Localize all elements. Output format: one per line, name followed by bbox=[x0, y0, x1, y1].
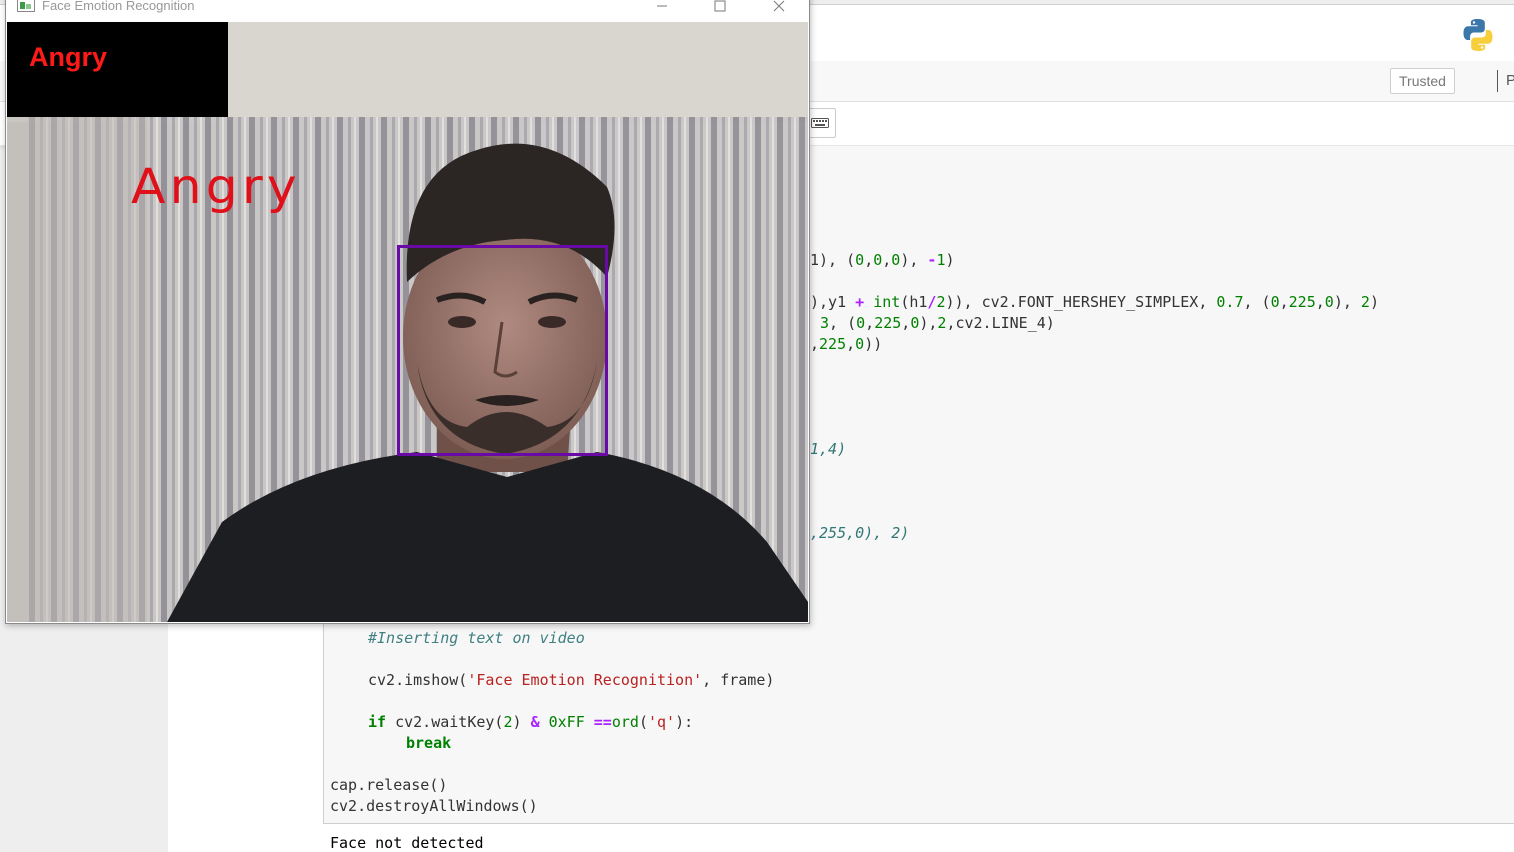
maximize-icon[interactable] bbox=[700, 0, 740, 19]
code-line: break bbox=[406, 734, 452, 752]
opencv-window[interactable]: Face Emotion Recognition Angry Angry bbox=[5, 0, 810, 624]
trusted-indicator[interactable]: Trusted bbox=[1390, 68, 1455, 94]
cell-output bbox=[323, 825, 1514, 852]
code-line: cv2.imshow('Face Emotion Recognition', f… bbox=[368, 671, 775, 689]
code-line: ),y1 + int(h1/2)), cv2.FONT_HERSHEY_SIMP… bbox=[810, 293, 1379, 311]
code-line: ,255,0), 2) bbox=[810, 524, 910, 542]
window-titlebar[interactable]: Face Emotion Recognition bbox=[6, 0, 809, 22]
python-logo-icon bbox=[1463, 19, 1493, 51]
keyboard-icon bbox=[811, 118, 829, 128]
code-line: cap.release() bbox=[330, 776, 448, 794]
output-text: Face not detected bbox=[330, 834, 484, 852]
emotion-label-text: Angry bbox=[29, 42, 108, 72]
window-title: Face Emotion Recognition bbox=[42, 0, 195, 13]
close-icon[interactable] bbox=[759, 0, 799, 19]
face-bounding-box bbox=[397, 245, 608, 456]
emotion-label-box: Angry bbox=[7, 22, 228, 117]
video-frame: Angry Angry bbox=[7, 22, 808, 622]
kernel-divider bbox=[1497, 70, 1498, 92]
code-line: 3, (0,225,0),2,cv2.LINE_4) bbox=[820, 314, 1055, 332]
command-palette-button[interactable] bbox=[806, 108, 836, 138]
code-line: ,225,0)) bbox=[810, 335, 883, 353]
code-line: if cv2.waitKey(2) & 0xFF ==ord('q'): bbox=[368, 713, 694, 731]
app-icon bbox=[17, 0, 35, 12]
emotion-overlay-text: Angry bbox=[130, 159, 301, 215]
code-line: cv2.destroyAllWindows() bbox=[330, 797, 538, 815]
code-line: 1,4) bbox=[810, 440, 847, 458]
kernel-name[interactable]: P bbox=[1506, 72, 1514, 89]
code-comment: #Inserting text on video bbox=[368, 629, 585, 647]
minimize-icon[interactable] bbox=[642, 0, 682, 19]
code-line: 1), (0,0,0), -1) bbox=[810, 251, 955, 269]
